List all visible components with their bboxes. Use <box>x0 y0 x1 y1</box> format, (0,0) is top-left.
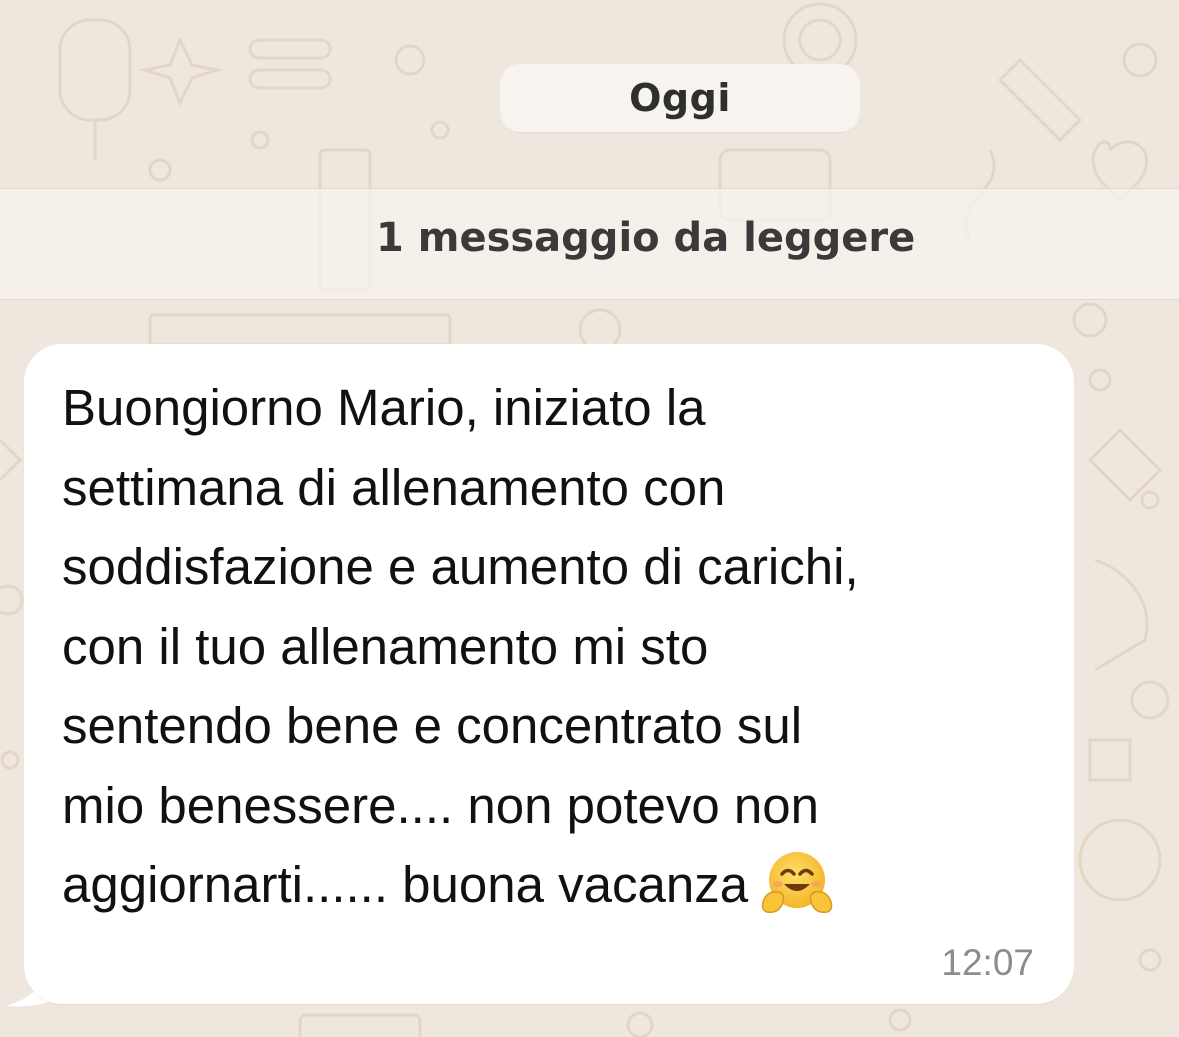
message-text: Buongiorno Mario, iniziato la settimana … <box>62 368 1062 925</box>
message-line: sentendo bene e concentrato sul <box>62 697 803 754</box>
message-line: settimana di allenamento con <box>62 458 726 516</box>
message-line: con il tuo allenamento mi sto <box>62 617 709 675</box>
message-line: soddisfazione e aumento di carichi, <box>62 538 859 595</box>
message-timestamp: 12:07 <box>941 942 1034 983</box>
message-line: Buongiorno Mario, iniziato la <box>62 379 706 436</box>
message-line: aggiornarti...... buona vacanza <box>62 856 749 913</box>
date-separator-label: Oggi <box>629 76 731 120</box>
unread-messages-label: 1 messaggio da leggere <box>376 215 916 261</box>
message-line: mio benessere.... non potevo non <box>62 776 820 834</box>
unread-messages-banner: 1 messaggio da leggere <box>0 188 1179 300</box>
date-separator: Oggi <box>500 64 860 132</box>
incoming-message-bubble[interactable]: Buongiorno Mario, iniziato la settimana … <box>24 344 1074 1004</box>
hugging-face-emoji-icon <box>761 852 833 914</box>
